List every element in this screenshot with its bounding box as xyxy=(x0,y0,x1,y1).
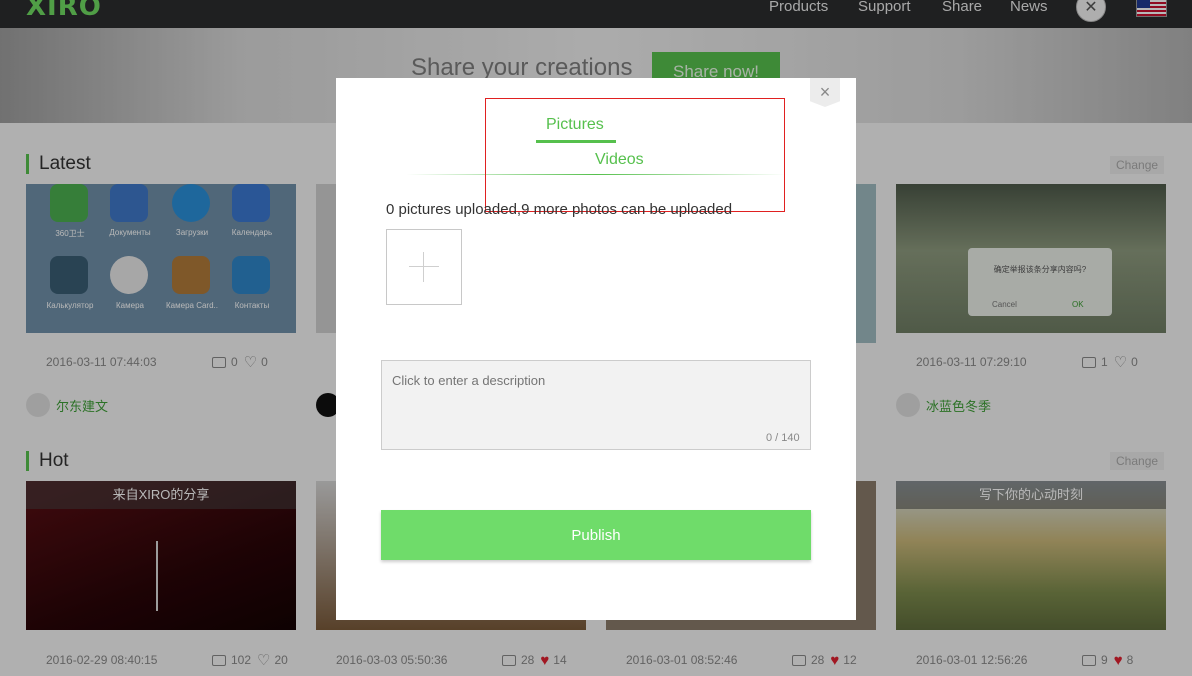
tab-pictures[interactable]: Pictures xyxy=(546,116,604,134)
tab-videos[interactable]: Videos xyxy=(595,151,644,169)
tab-divider xyxy=(406,174,786,175)
upload-status: 0 pictures uploaded,9 more photos can be… xyxy=(386,201,733,218)
plus-icon xyxy=(409,252,439,282)
active-tab-indicator xyxy=(536,140,616,143)
close-icon[interactable]: × xyxy=(810,78,840,107)
share-modal: × Pictures Videos 0 pictures uploaded,9 … xyxy=(336,78,856,620)
add-picture-button[interactable] xyxy=(386,229,462,305)
publish-button[interactable]: Publish xyxy=(381,510,811,560)
description-input[interactable] xyxy=(381,360,811,450)
description-counter: 0 / 140 xyxy=(766,432,800,444)
